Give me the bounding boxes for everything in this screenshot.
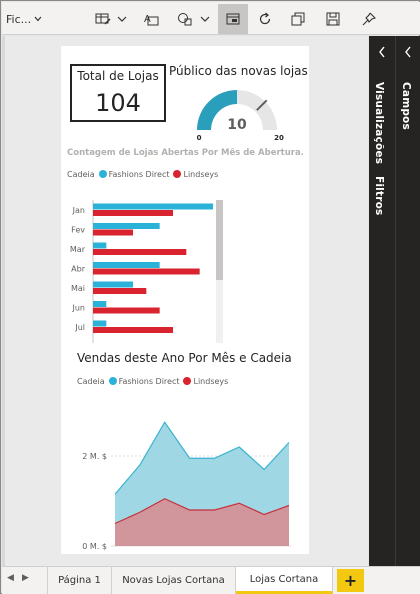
legend-item-fashions-direct[interactable]: Fashions Direct xyxy=(108,377,180,386)
legend-label: Lindseys xyxy=(183,170,219,179)
shapes-dropdown[interactable] xyxy=(198,4,212,34)
bar-lindseys xyxy=(93,307,160,314)
text-box-button[interactable]: A xyxy=(140,4,162,34)
tab-lojas-cortana[interactable]: Lojas Cortana xyxy=(236,567,333,594)
legend-item-lindseys[interactable]: Lindseys xyxy=(173,170,218,179)
gauge-title: Público das novas lojas xyxy=(169,64,308,78)
pin-icon xyxy=(362,12,376,26)
bar-lindseys xyxy=(93,229,133,236)
bar-chart-title: Contagem de Lojas Abertas Por Mês de Abe… xyxy=(67,148,303,158)
shapes-button[interactable] xyxy=(174,4,196,34)
legend-dot xyxy=(183,377,192,385)
bar-lindseys xyxy=(93,249,187,255)
chevron-left-icon[interactable] xyxy=(369,46,395,61)
file-menu[interactable]: Fic... xyxy=(6,4,42,34)
legend-label: Fashions Direct xyxy=(118,377,180,386)
bar-lindseys xyxy=(93,327,173,333)
page-tab-bar: ◀ ▶ Página 1 Novas Lojas Cortana Lojas C… xyxy=(2,566,420,594)
fields-pane[interactable]: Campos xyxy=(395,36,420,566)
text-box-icon: A xyxy=(144,14,159,26)
save-icon xyxy=(326,12,340,26)
total-stores-card[interactable]: Total de Lojas 104 xyxy=(70,64,166,122)
table-edit-button[interactable] xyxy=(92,4,114,34)
legend-label: Lindseys xyxy=(193,377,229,386)
legend-label: Fashions Direct xyxy=(108,170,170,179)
bar-fashions-direct xyxy=(93,320,107,327)
visualizations-pane[interactable]: Visualizações Filtros xyxy=(369,36,395,566)
legend-dot xyxy=(108,377,117,385)
save-button[interactable] xyxy=(322,4,344,34)
app-window: Fic... A Total de Lojas 104 Público das … xyxy=(0,0,420,594)
mobile-layout-button[interactable] xyxy=(218,4,248,34)
add-page-button[interactable]: + xyxy=(337,569,364,592)
tab-novas-lojas-cortana[interactable]: Novas Lojas Cortana xyxy=(112,567,236,594)
legend-dot xyxy=(98,170,107,178)
fields-label[interactable]: Campos xyxy=(400,82,412,130)
tab-page-1[interactable]: Página 1 xyxy=(47,567,112,594)
chevron-down-icon xyxy=(117,16,127,22)
legend-item-fashions-direct[interactable]: Fashions Direct xyxy=(98,170,170,179)
bar-lindseys xyxy=(93,288,147,294)
bar-fashions-direct xyxy=(93,262,160,268)
card-value: 104 xyxy=(95,89,141,117)
bar-category-label: Mai xyxy=(71,284,85,293)
bar-chart-legend: Cadeia Fashions Direct Lindseys xyxy=(67,170,218,179)
svg-text:A: A xyxy=(144,14,151,25)
bar-fashions-direct xyxy=(93,301,107,307)
table-dropdown[interactable] xyxy=(115,4,129,34)
chevron-left-icon[interactable] xyxy=(396,46,420,61)
area-chart-legend: Cadeia Fashions Direct Lindseys xyxy=(77,377,228,386)
bar-category-label: Jun xyxy=(72,304,86,313)
bar-fashions-direct xyxy=(93,281,133,288)
gauge-value: 10 xyxy=(227,117,247,133)
area-chart-title: Vendas deste Ano Por Mês e Cadeia xyxy=(77,351,292,365)
duplicate-icon xyxy=(291,12,305,26)
chevron-down-icon xyxy=(200,16,210,22)
chevron-down-icon xyxy=(34,16,42,22)
legend-title: Cadeia xyxy=(67,170,95,179)
gauge-max-label: 20 xyxy=(274,134,284,142)
bar-category-label: Jul xyxy=(74,323,85,332)
legend-title: Cadeia xyxy=(77,377,105,386)
refresh-button[interactable] xyxy=(254,4,276,34)
refresh-icon xyxy=(259,12,271,25)
visualizations-label[interactable]: Visualizações xyxy=(373,82,385,164)
filters-label[interactable]: Filtros xyxy=(373,176,385,215)
scroll-left-icon[interactable]: ◀ xyxy=(7,573,14,583)
mobile-page: Total de Lojas 104 Público das novas loj… xyxy=(61,46,309,554)
legend-item-lindseys[interactable]: Lindseys xyxy=(183,377,228,386)
toolbar: Fic... A xyxy=(2,2,420,35)
card-title: Total de Lojas xyxy=(77,69,159,83)
bar-category-label: Mar xyxy=(70,245,86,254)
bar-category-label: Fev xyxy=(71,226,85,235)
bar-chart[interactable]: JanFevMarAbrMaiJunJul05 xyxy=(61,186,309,346)
file-menu-label: Fic... xyxy=(6,12,32,26)
bar-fashions-direct xyxy=(93,203,213,210)
bar-category-label: Abr xyxy=(71,265,86,274)
shapes-icon xyxy=(178,13,192,26)
bar-fashions-direct xyxy=(93,242,107,249)
scroll-right-icon[interactable]: ▶ xyxy=(22,573,29,583)
duplicate-button[interactable] xyxy=(287,4,309,34)
bar-lindseys xyxy=(93,210,173,216)
report-canvas: Total de Lojas 104 Público das novas loj… xyxy=(5,36,368,566)
area-y-tick: 0 M. $ xyxy=(82,542,107,551)
bar-category-label: Jan xyxy=(72,206,85,215)
area-chart[interactable]: 0 M. $ 2 M. $ xyxy=(61,391,309,551)
table-edit-icon xyxy=(95,13,111,25)
mobile-layout-icon xyxy=(226,13,240,25)
bar-scrollbar-thumb xyxy=(216,200,223,280)
area-y-tick: 2 M. $ xyxy=(82,452,107,461)
pin-button[interactable] xyxy=(358,4,380,34)
gauge-min-label: 0 xyxy=(197,134,202,142)
legend-dot xyxy=(173,170,182,178)
gauge-visual[interactable]: 10 0 20 xyxy=(169,82,305,144)
bar-fashions-direct xyxy=(93,223,160,229)
bar-lindseys xyxy=(93,268,200,275)
